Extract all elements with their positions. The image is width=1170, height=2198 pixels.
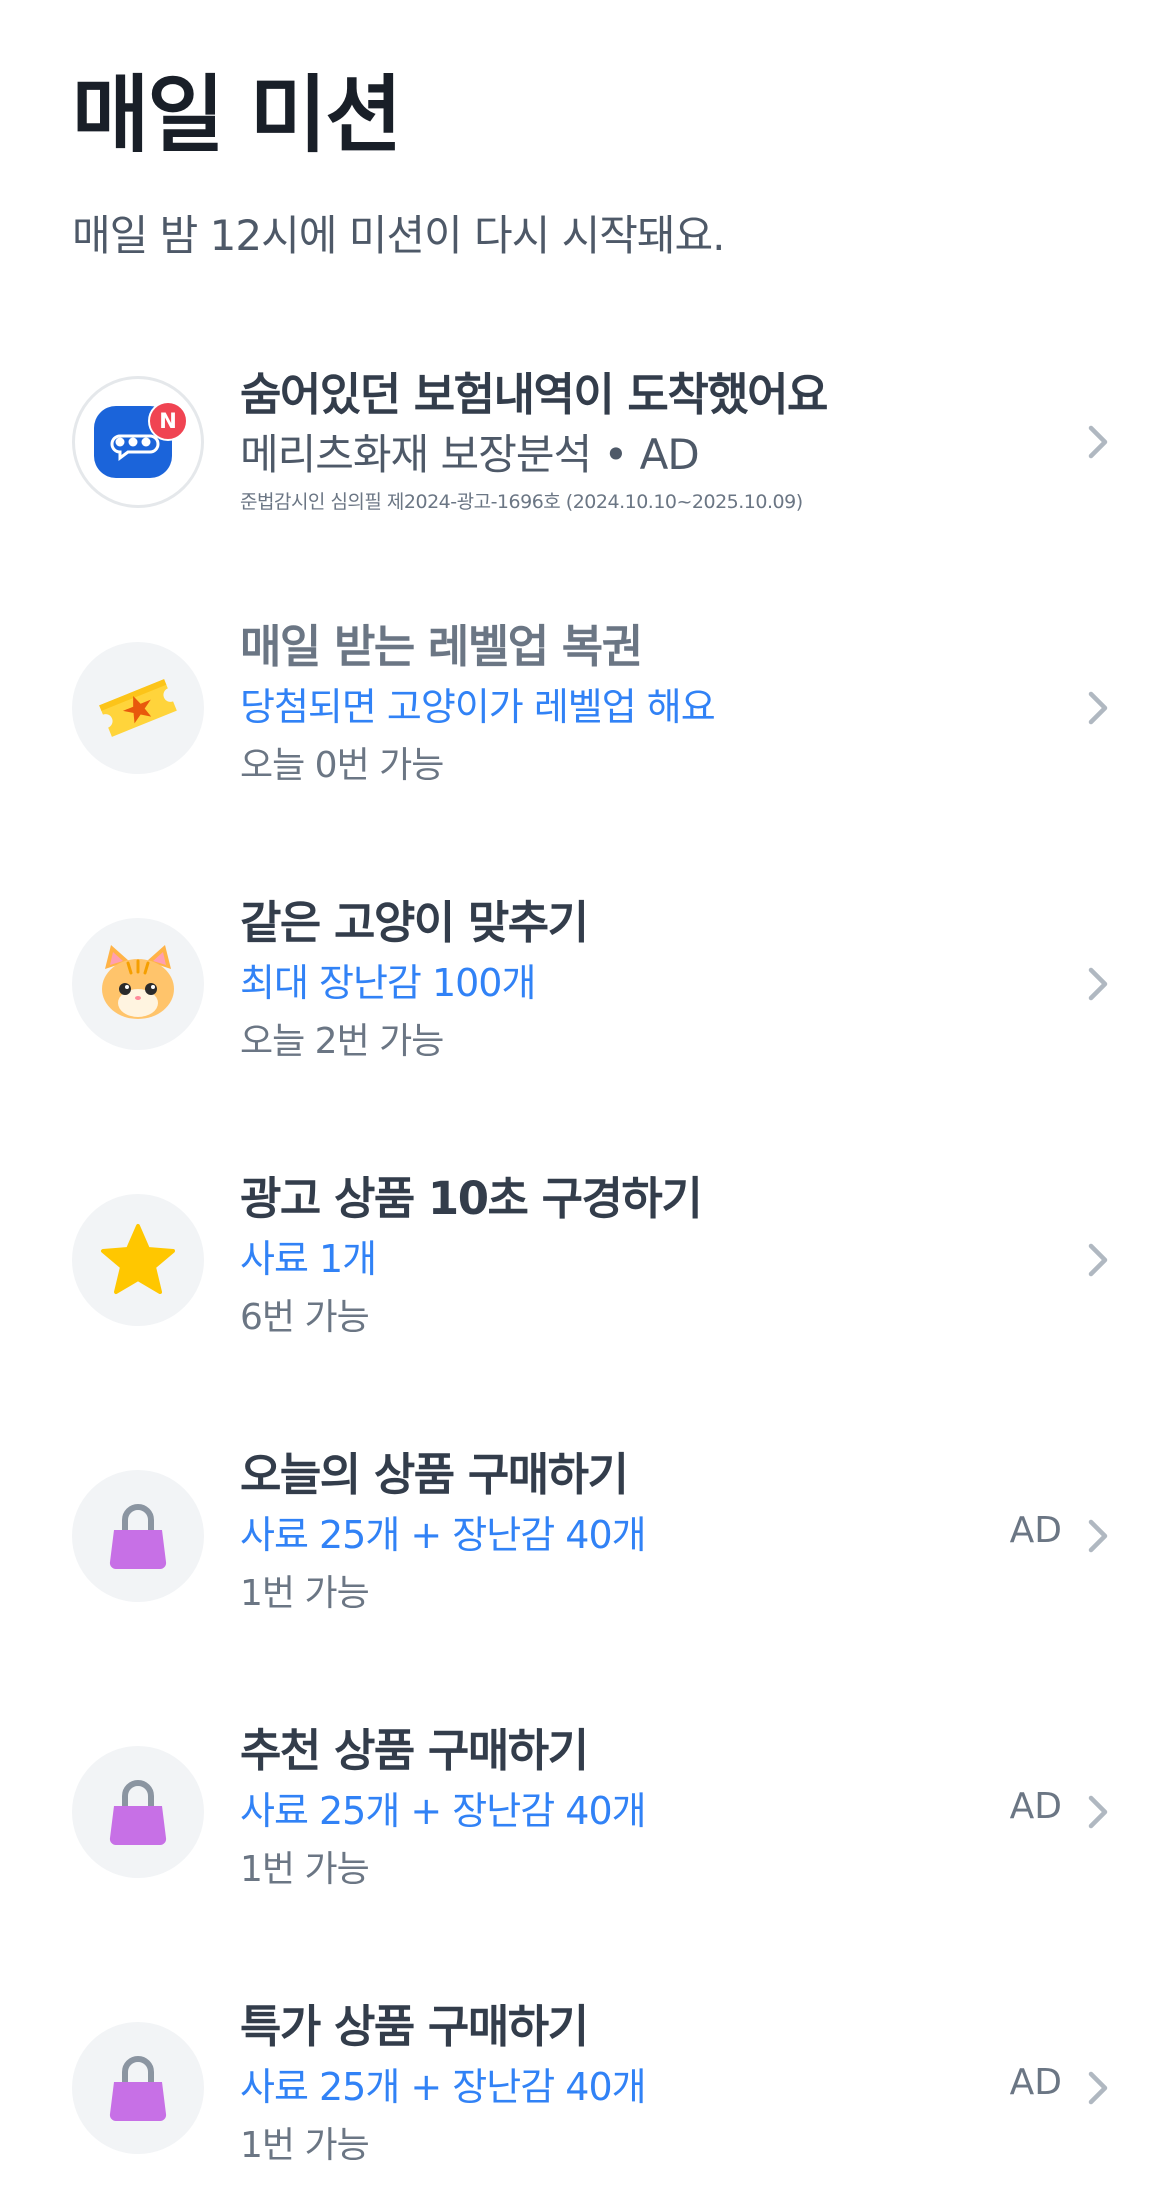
mission-subtitle: 메리츠화재 보장분석 • AD: [240, 430, 700, 479]
chevron-right-icon: [1078, 1516, 1118, 1556]
mission-item-ad-browse[interactable]: 광고 상품 10초 구경하기 사료 1개 6번 가능: [0, 1170, 1170, 1370]
chevron-right-icon: [1078, 422, 1118, 462]
mission-title: 매일 받는 레벨업 복권: [240, 620, 643, 673]
mission-title: 같은 고양이 맞추기: [240, 896, 589, 949]
mission-title: 숨어있던 보험내역이 도착했어요: [240, 368, 828, 421]
mission-title: 추천 상품 구매하기: [240, 1724, 589, 1777]
mission-text-group: 특가 상품 구매하기 사료 25개 + 장난감 40개 1번 가능: [240, 1998, 950, 2172]
new-badge-label: N: [159, 409, 177, 433]
mission-available-count: 1번 가능: [240, 2125, 370, 2166]
cat-face-icon: [102, 945, 174, 1019]
star-icon: [101, 1224, 175, 1294]
mission-icon-wrapper: [72, 2022, 204, 2154]
chevron-right-icon: [1078, 2068, 1118, 2108]
mission-text-group: 오늘의 상품 구매하기 사료 25개 + 장난감 40개 1번 가능: [240, 1446, 950, 1620]
chevron-right-icon: [1078, 688, 1118, 728]
mission-available-count: 6번 가능: [240, 1297, 370, 1338]
mission-text-group: 광고 상품 10초 구경하기 사료 1개 6번 가능: [240, 1170, 950, 1344]
mission-title: 오늘의 상품 구매하기: [240, 1448, 629, 1501]
mission-icon-wrapper: [72, 918, 204, 1050]
ad-label: AD: [1009, 2062, 1062, 2103]
shopping-bag-icon: [109, 2056, 167, 2122]
page-title: 매일 미션: [72, 66, 402, 164]
mission-text-group: 매일 받는 레벨업 복권 당첨되면 고양이가 레벨업 해요 오늘 0번 가능: [240, 618, 950, 792]
mission-icon-wrapper: N: [72, 376, 204, 508]
mission-title: 광고 상품 10초 구경하기: [240, 1172, 703, 1225]
mission-reward: 사료 25개 + 장난감 40개: [240, 2065, 647, 2109]
mission-text-group: 같은 고양이 맞추기 최대 장난감 100개 오늘 2번 가능: [240, 894, 950, 1068]
mission-item-todays-product[interactable]: 오늘의 상품 구매하기 사료 25개 + 장난감 40개 1번 가능 AD: [0, 1446, 1170, 1646]
mission-reward: 당첨되면 고양이가 레벨업 해요: [240, 685, 716, 729]
shopping-bag-icon: [109, 1504, 167, 1570]
mission-item-lottery[interactable]: 매일 받는 레벨업 복권 당첨되면 고양이가 레벨업 해요 오늘 0번 가능: [0, 618, 1170, 818]
mission-available-count: 1번 가능: [240, 1573, 370, 1614]
mission-item-special-product[interactable]: 특가 상품 구매하기 사료 25개 + 장난감 40개 1번 가능 AD: [0, 1998, 1170, 2198]
mission-item-cat-match[interactable]: 같은 고양이 맞추기 최대 장난감 100개 오늘 2번 가능: [0, 894, 1170, 1094]
mission-reward: 사료 25개 + 장난감 40개: [240, 1789, 647, 1833]
mission-title: 특가 상품 구매하기: [240, 2000, 589, 2053]
chevron-right-icon: [1078, 964, 1118, 1004]
mission-reward: 최대 장난감 100개: [240, 961, 536, 1005]
mission-available-count: 1번 가능: [240, 1849, 370, 1890]
ad-label: AD: [1009, 1510, 1062, 1551]
mission-item-recommended-product[interactable]: 추천 상품 구매하기 사료 25개 + 장난감 40개 1번 가능 AD: [0, 1722, 1170, 1922]
ad-label: AD: [1009, 1786, 1062, 1827]
page-header: 매일 미션 매일 밤 12시에 미션이 다시 시작돼요.: [72, 60, 1098, 262]
mission-icon-wrapper: [72, 642, 204, 774]
mission-text-group: 숨어있던 보험내역이 도착했어요 메리츠화재 보장분석 • AD 준법감시인 심…: [240, 366, 950, 516]
chevron-right-icon: [1078, 1240, 1118, 1280]
mission-available-count: 오늘 0번 가능: [240, 745, 444, 786]
mission-available-count: 오늘 2번 가능: [240, 1021, 444, 1062]
shopping-bag-icon: [109, 1780, 167, 1846]
chevron-right-icon: [1078, 1792, 1118, 1832]
mission-reward: 사료 25개 + 장난감 40개: [240, 1513, 647, 1557]
mission-icon-wrapper: [72, 1194, 204, 1326]
mission-text-group: 추천 상품 구매하기 사료 25개 + 장난감 40개 1번 가능: [240, 1722, 950, 1896]
mission-reward: 사료 1개: [240, 1237, 377, 1281]
mission-icon-wrapper: [72, 1746, 204, 1878]
lottery-ticket-icon: [99, 679, 177, 737]
page-subtitle: 매일 밤 12시에 미션이 다시 시작돼요.: [72, 211, 726, 260]
mission-icon-wrapper: [72, 1470, 204, 1602]
chat-bubble-icon: [94, 406, 172, 478]
mission-compliance-note: 준법감시인 심의필 제2024-광고-1696호 (2024.10.10~202…: [240, 491, 803, 513]
mission-item-insurance[interactable]: N 숨어있던 보험내역이 도착했어요 메리츠화재 보장분석 • AD 준법감시인…: [0, 354, 1170, 554]
